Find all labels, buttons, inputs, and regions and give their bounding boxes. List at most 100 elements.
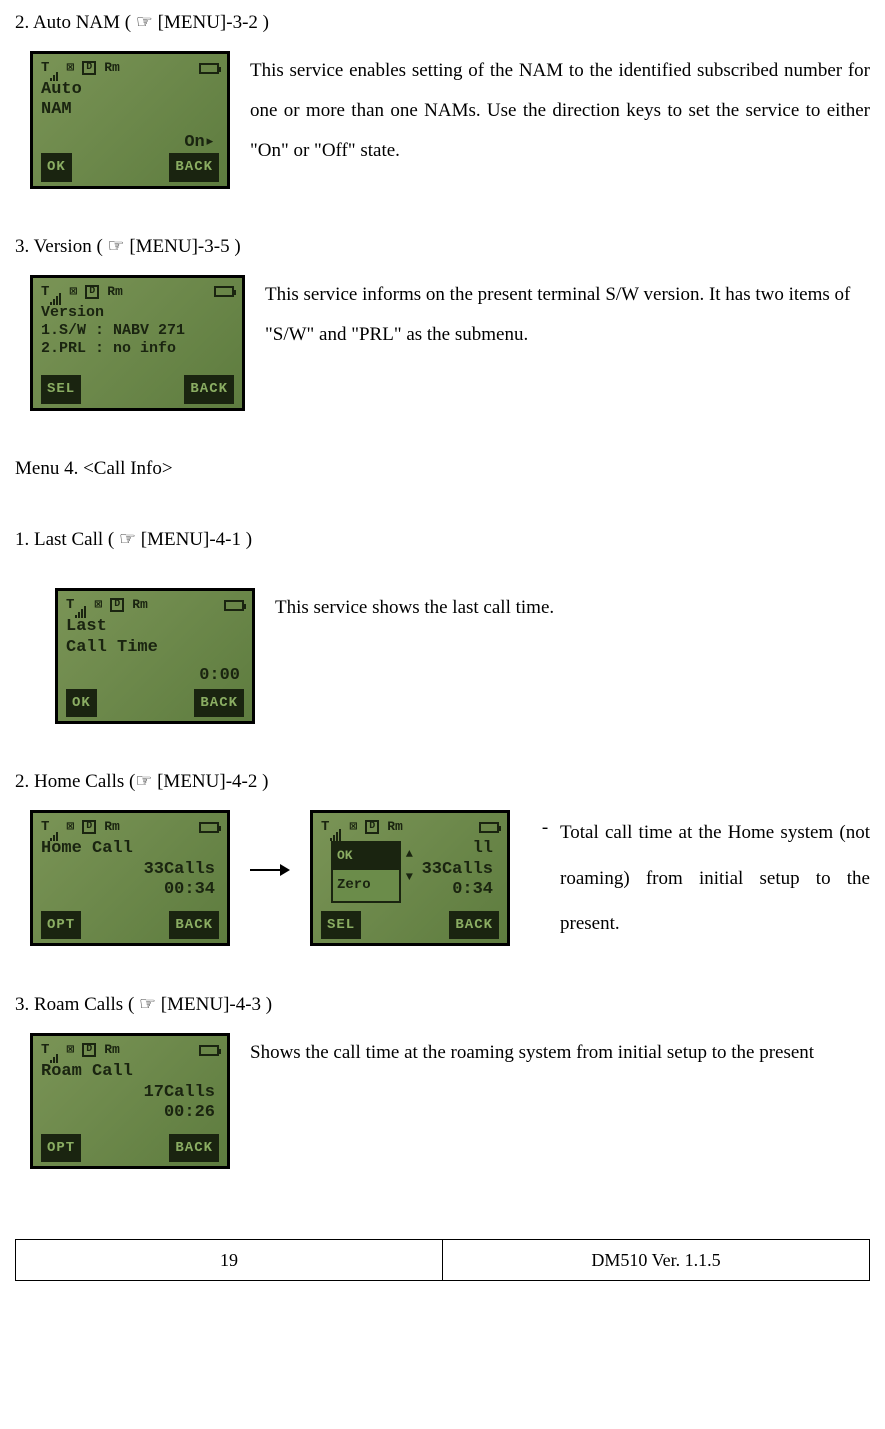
status-bar: T ⊠ D Rm: [41, 60, 219, 76]
rm-icon: Rm: [104, 815, 120, 840]
softkey-left[interactable]: OK: [41, 153, 72, 182]
popup-ok[interactable]: OK: [333, 843, 399, 870]
screen-line: 00:26: [41, 1103, 219, 1123]
footer-page: 19: [16, 1240, 443, 1280]
popup-text[interactable]: Zero: [333, 870, 399, 901]
rm-icon: Rm: [387, 815, 403, 840]
softkey-left[interactable]: OK: [66, 689, 97, 718]
phone-screen-auto-nam: T ⊠ D Rm Auto NAM On▸ OK BACK: [30, 51, 230, 189]
phone-screen-version: T ⊠ D Rm Version 1.S/W : NABV 271 2.PRL …: [30, 275, 245, 411]
screen-line: Last: [66, 617, 244, 637]
desc-auto-nam: This service enables setting of the NAM …: [250, 51, 870, 171]
phone-screen-home-1: T ⊠ D Rm Home Call 33Calls 00:34 OPT BAC…: [30, 810, 230, 946]
screen-body: Auto NAM On▸: [41, 80, 219, 153]
rm-icon: Rm: [104, 56, 120, 81]
desc-version: This service informs on the present term…: [265, 275, 870, 355]
screen-line: 2.PRL : no info: [41, 340, 234, 358]
arrow-icon: [250, 860, 290, 880]
heading-roam-calls: 3. Roam Calls ( ☞ [MENU]-4-3 ): [15, 987, 870, 1023]
softkey-right[interactable]: BACK: [449, 911, 499, 940]
battery-icon: [199, 1045, 219, 1056]
softkey-right[interactable]: BACK: [194, 689, 244, 718]
section-last-call: 1. Last Call ( ☞ [MENU]-4-1 ) T ⊠ D Rm L…: [15, 522, 870, 724]
softkey-left[interactable]: SEL: [321, 911, 361, 940]
section-home-calls: 2. Home Calls (☞ [MENU]-4-2 ) T ⊠ D Rm H…: [15, 764, 870, 947]
envelope-icon: ⊠: [349, 815, 357, 840]
page-footer: 19 DM510 Ver. 1.1.5: [15, 1239, 870, 1281]
battery-icon: [479, 822, 499, 833]
battery-icon: [214, 286, 234, 297]
signal-icon: T: [321, 814, 341, 841]
screen-line: Auto: [41, 80, 219, 100]
softkey-right[interactable]: BACK: [169, 153, 219, 182]
rm-icon: Rm: [132, 593, 148, 618]
battery-icon: [199, 822, 219, 833]
phone-screen-home-2: T ⊠ D Rm ll 33Calls 0:34 OK Zero ▲▼: [310, 810, 510, 946]
signal-icon: T: [66, 592, 86, 619]
softkey-right[interactable]: BACK: [169, 1134, 219, 1163]
softkey-left[interactable]: OPT: [41, 1134, 81, 1163]
menu-heading: Menu 4. <Call Info>: [15, 451, 870, 487]
rm-icon: Rm: [107, 280, 123, 305]
screen-line: NAM: [41, 100, 219, 120]
signal-icon: T: [41, 814, 58, 841]
d-icon: D: [110, 598, 124, 612]
phone-screen-last-call: T ⊠ D Rm Last Call Time 0:00 OK BACK: [55, 588, 255, 724]
bullet-dash: -: [530, 810, 560, 846]
heading-auto-nam: 2. Auto NAM ( ☞ [MENU]-3-2 ): [15, 5, 870, 41]
screen-body: Roam Call 17Calls 00:26: [41, 1062, 219, 1133]
bullet-text: Total call time at the Home system (not …: [560, 810, 870, 947]
d-icon: D: [365, 820, 379, 834]
battery-icon: [199, 63, 219, 74]
screen-line: 33Calls: [41, 860, 219, 880]
signal-icon: T: [41, 279, 61, 306]
d-icon: D: [82, 820, 96, 834]
screen-line: 00:34: [41, 880, 219, 900]
envelope-icon: ⊠: [66, 56, 74, 81]
signal-icon: T: [41, 1037, 58, 1064]
screen-body: Last Call Time 0:00: [66, 617, 244, 688]
row-home-calls: T ⊠ D Rm Home Call 33Calls 00:34 OPT BAC…: [15, 810, 870, 947]
heading-last-call: 1. Last Call ( ☞ [MENU]-4-1 ): [15, 522, 870, 558]
screen-body: Version 1.S/W : NABV 271 2.PRL : no info: [41, 304, 234, 375]
envelope-icon: ⊠: [66, 1038, 74, 1063]
screen-line: Home Call: [41, 839, 219, 859]
envelope-icon: ⊠: [69, 280, 77, 305]
d-icon: D: [82, 61, 96, 75]
bullet-home-calls: - Total call time at the Home system (no…: [530, 810, 870, 947]
screen-line: 1.S/W : NABV 271: [41, 322, 234, 340]
screen-line: 17Calls: [41, 1083, 219, 1103]
section-auto-nam: 2. Auto NAM ( ☞ [MENU]-3-2 ) T ⊠ D Rm Au…: [15, 5, 870, 189]
section-roam-calls: 3. Roam Calls ( ☞ [MENU]-4-3 ) T ⊠ D Rm …: [15, 987, 870, 1169]
popup-arrows-icon: ▲▼: [406, 843, 413, 889]
screen-line: Roam Call: [41, 1062, 219, 1082]
status-bar: T ⊠ D Rm: [41, 1042, 219, 1058]
rm-icon: Rm: [104, 1038, 120, 1063]
softkey-right[interactable]: BACK: [184, 375, 234, 404]
d-icon: D: [82, 1043, 96, 1057]
row-auto-nam: T ⊠ D Rm Auto NAM On▸ OK BACK This se: [15, 51, 870, 189]
softkey-left[interactable]: SEL: [41, 375, 81, 404]
status-bar: T ⊠ D Rm: [41, 819, 219, 835]
footer-doc: DM510 Ver. 1.1.5: [443, 1240, 869, 1280]
desc-roam-calls: Shows the call time at the roaming syste…: [250, 1033, 870, 1073]
signal-icon: T: [41, 55, 58, 82]
row-version: T ⊠ D Rm Version 1.S/W : NABV 271 2.PRL …: [15, 275, 870, 411]
envelope-icon: ⊠: [94, 593, 102, 618]
envelope-icon: ⊠: [66, 815, 74, 840]
status-bar: T ⊠ D Rm: [321, 819, 499, 835]
section-version: 3. Version ( ☞ [MENU]-3-5 ) T ⊠ D Rm Ver…: [15, 229, 870, 411]
phone-screen-roam: T ⊠ D Rm Roam Call 17Calls 00:26 OPT BAC…: [30, 1033, 230, 1169]
status-bar: T ⊠ D Rm: [41, 284, 234, 300]
d-icon: D: [85, 285, 99, 299]
softkey-left[interactable]: OPT: [41, 911, 81, 940]
heading-home-calls: 2. Home Calls (☞ [MENU]-4-2 ): [15, 764, 870, 800]
row-roam-calls: T ⊠ D Rm Roam Call 17Calls 00:26 OPT BAC…: [15, 1033, 870, 1169]
screen-body: Home Call 33Calls 00:34: [41, 839, 219, 910]
battery-icon: [224, 600, 244, 611]
softkey-right[interactable]: BACK: [169, 911, 219, 940]
row-last-call: T ⊠ D Rm Last Call Time 0:00 OK BACK: [15, 588, 870, 724]
screen-value: On▸: [41, 133, 219, 153]
heading-version: 3. Version ( ☞ [MENU]-3-5 ): [15, 229, 870, 265]
screen-line: Version: [41, 304, 234, 322]
